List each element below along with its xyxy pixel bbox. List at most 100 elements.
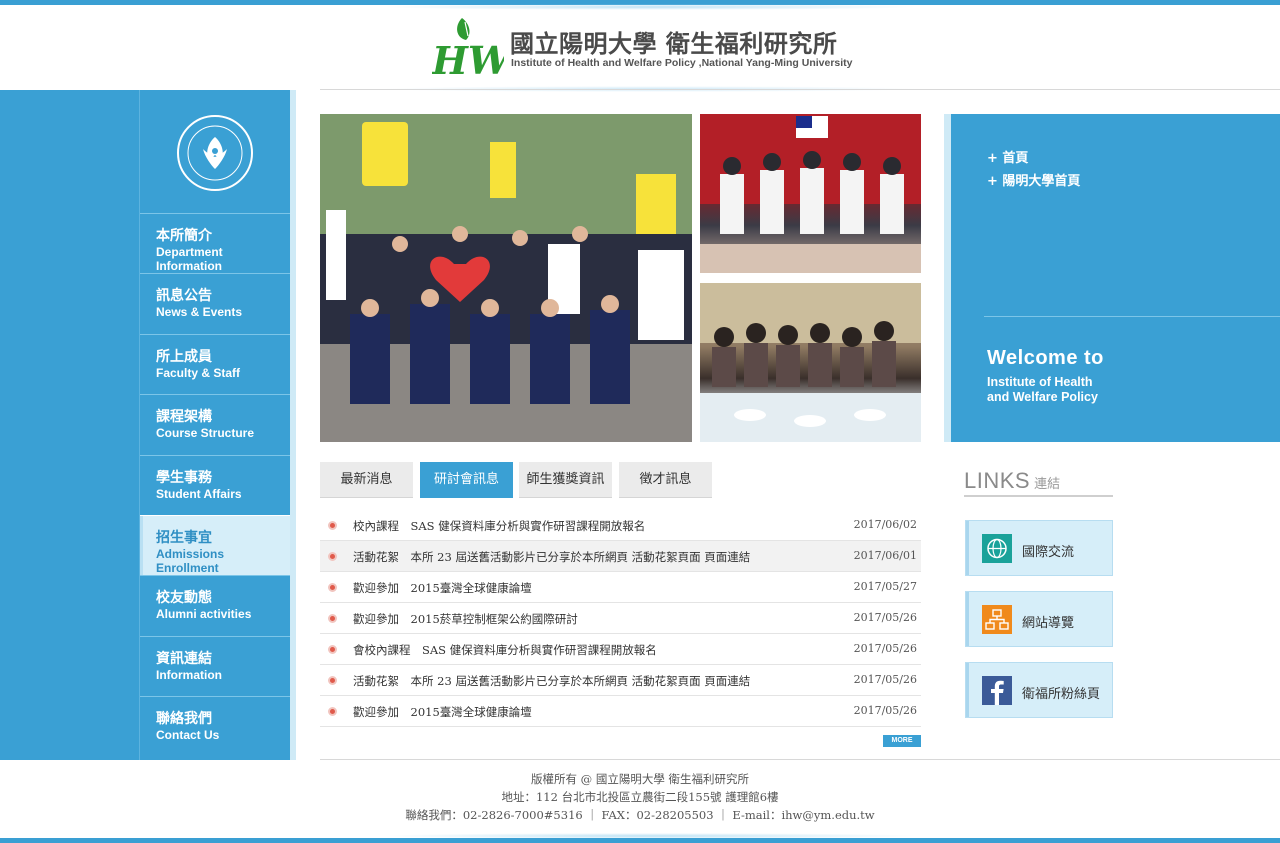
links-divider — [964, 495, 1113, 497]
news-title[interactable]: 活動花絮 本所 23 屆送舊活動影片已分享於本所網頁 活動花絮頁面 頁面連結 — [353, 673, 750, 689]
tab-awards[interactable]: 師生獲獎資訊 — [519, 462, 612, 498]
welcome-subtitle: Institute of Health and Welfare Policy — [987, 375, 1127, 405]
sidebar-item-contact[interactable]: 聯絡我們 Contact Us — [140, 696, 290, 756]
sidebar-item-label-zh: 聯絡我們 — [156, 711, 212, 728]
news-list: 校內課程 SAS 健保資料庫分析與實作研習課程開放報名 2017/06/02 活動花… — [320, 510, 921, 727]
sidebar-item-course[interactable]: 課程架構 Course Structure — [140, 394, 290, 454]
footer: 版權所有 @ 國立陽明大學 衛生福利研究所 地址：112 台北市北投區立農街二段… — [0, 770, 1280, 824]
sidebar-item-label-zh: 資訊連結 — [156, 650, 212, 667]
news-title[interactable]: 歡迎參加 2015臺灣全球健康論壇 — [353, 704, 532, 720]
news-date: 2017/05/26 — [853, 673, 917, 686]
links-title-en: LINKS — [964, 468, 1031, 493]
dinner-party-photo — [700, 283, 921, 442]
links-title: LINKS 連結 — [964, 468, 1060, 494]
sidebar-item-label-en: Contact Us — [156, 728, 220, 743]
links-title-zh: 連結 — [1034, 477, 1061, 492]
sidebar-item-label-en: Alumni activities — [156, 607, 252, 622]
news-row[interactable]: 歡迎參加 2015菸草控制框架公約國際研討 2017/05/26 — [320, 603, 921, 634]
welcome-subtitle-line1: Institute of Health — [987, 375, 1093, 389]
bullet-icon — [328, 521, 337, 530]
news-date: 2017/06/01 — [853, 549, 917, 562]
bullet-icon — [328, 707, 337, 716]
graduation-photo — [320, 114, 692, 442]
sidebar-item-label-zh: 所上成員 — [156, 348, 212, 365]
tab-seminar[interactable]: 研討會訊息 — [420, 462, 513, 498]
news-date: 2017/05/26 — [853, 704, 917, 717]
bullet-icon — [328, 676, 337, 685]
news-title[interactable]: 歡迎參加 2015臺灣全球健康論壇 — [353, 580, 532, 596]
news-title[interactable]: 校內課程 SAS 健保資料庫分析與實作研習課程開放報名 — [353, 518, 645, 534]
news-date: 2017/06/02 — [853, 518, 917, 531]
site-logo[interactable]: HW 國立陽明大學 衛生福利研究所 Institute of Health an… — [432, 14, 862, 80]
bottom-accent-bar — [0, 838, 1280, 843]
sidebar-item-label-en: Student Affairs — [156, 486, 242, 501]
sidebar-item-department[interactable]: 本所簡介 Department Information — [140, 213, 290, 273]
welcome-subtitle-line2: and Welfare Policy — [987, 390, 1098, 404]
university-emblem-icon[interactable] — [175, 113, 255, 193]
sidebar-item-information[interactable]: 資訊連結 Information — [140, 635, 290, 696]
sidebar-nav: 本所簡介 Department Information 訊息公告 News & Eve… — [140, 213, 290, 757]
link-sitemap-label: 網站導覽 — [1022, 616, 1075, 631]
students-group-photo — [700, 114, 921, 273]
bullet-icon — [328, 583, 337, 592]
link-international-label: 國際交流 — [1022, 545, 1075, 560]
link-facebook-label: 衛福所粉絲頁 — [1022, 687, 1101, 702]
home-link[interactable]: + 首頁 — [987, 147, 1080, 170]
sidebar-item-label-zh: 招生事宜 — [156, 529, 212, 546]
sidebar-item-label-zh: 課程架構 — [156, 409, 212, 426]
sidebar-item-admissions[interactable]: 招生事宜 Admissions Enrollment — [140, 514, 290, 576]
more-button[interactable]: MORE — [883, 735, 921, 747]
top-accent-glow — [380, 4, 920, 10]
news-title[interactable]: 活動花絮 本所 23 屆送舊活動影片已分享於本所網頁 活動花絮頁面 頁面連結 — [353, 549, 750, 565]
tab-latest-news[interactable]: 最新消息 — [320, 462, 413, 498]
bullet-icon — [328, 552, 337, 561]
welcome-divider — [984, 316, 1280, 317]
welcome-title: Welcome to — [987, 347, 1104, 369]
footer-divider — [320, 759, 1280, 760]
graduation-photo-illustration — [320, 114, 692, 442]
header-divider — [320, 89, 1280, 90]
sidebar-item-label-en: Faculty & Staff — [156, 365, 241, 380]
facebook-icon — [982, 676, 1012, 705]
sidebar-item-label-en: Course Structure — [156, 426, 255, 441]
link-sitemap[interactable]: 網站導覽 — [965, 591, 1113, 647]
sidebar-item-label-zh: 學生事務 — [156, 469, 212, 486]
bullet-icon — [328, 614, 337, 623]
sidebar-item-label-en: Information — [156, 667, 222, 682]
link-facebook[interactable]: 衛福所粉絲頁 — [965, 662, 1113, 718]
svg-text:HW: HW — [432, 38, 504, 78]
news-date: 2017/05/26 — [853, 611, 917, 624]
tab-jobs[interactable]: 徵才訊息 — [619, 462, 712, 498]
quick-links: + 首頁 + 陽明大學首頁 — [987, 147, 1080, 193]
sitemap-icon — [982, 605, 1012, 634]
sidebar-edge — [290, 90, 296, 760]
bullet-icon — [328, 645, 337, 654]
news-row[interactable]: 會校內課程 SAS 健保資料庫分析與實作研習課程開放報名 2017/05/26 — [320, 634, 921, 665]
link-international[interactable]: 國際交流 — [965, 520, 1113, 576]
footer-copyright: 版權所有 @ 國立陽明大學 衛生福利研究所 — [531, 772, 749, 786]
dinner-party-illustration — [700, 283, 921, 442]
news-row[interactable]: 校內課程 SAS 健保資料庫分析與實作研習課程開放報名 2017/06/02 — [320, 510, 921, 541]
sidebar-item-label-en: Department Information — [156, 245, 223, 273]
news-date: 2017/05/26 — [853, 642, 917, 655]
sidebar-item-label-zh: 本所簡介 — [156, 228, 212, 244]
sidebar-item-alumni[interactable]: 校友動態 Alumni activities — [140, 575, 290, 635]
sidebar-item-label-en: News & Events — [156, 305, 243, 320]
news-row[interactable]: 活動花絮 本所 23 屆送舊活動影片已分享於本所網頁 活動花絮頁面 頁面連結 20… — [320, 541, 921, 572]
footer-contact: 聯絡我們：02-2826-7000#5316 ｜ FAX：02-28205503… — [405, 808, 875, 822]
news-row[interactable]: 歡迎參加 2015臺灣全球健康論壇 2017/05/26 — [320, 696, 921, 727]
students-group-illustration — [700, 114, 921, 273]
news-row[interactable]: 歡迎參加 2015臺灣全球健康論壇 2017/05/27 — [320, 572, 921, 603]
news-date: 2017/05/27 — [853, 580, 917, 593]
site-title-zh: 國立陽明大學 衛生福利研究所 — [510, 30, 838, 58]
sidebar-item-news[interactable]: 訊息公告 News & Events — [140, 273, 290, 333]
sidebar-item-faculty[interactable]: 所上成員 Faculty & Staff — [140, 333, 290, 394]
news-row[interactable]: 活動花絮 本所 23 屆送舊活動影片已分享於本所網頁 活動花絮頁面 頁面連結 20… — [320, 665, 921, 696]
sidebar-item-label-zh: 校友動態 — [156, 590, 212, 607]
sidebar-item-student[interactable]: 學生事務 Student Affairs — [140, 454, 290, 515]
news-title[interactable]: 會校內課程 SAS 健保資料庫分析與實作研習課程開放報名 — [353, 642, 657, 658]
news-title[interactable]: 歡迎參加 2015菸草控制框架公約國際研討 — [353, 611, 578, 627]
ym-home-link[interactable]: + 陽明大學首頁 — [987, 170, 1080, 193]
hw-logo-icon: HW — [432, 18, 504, 78]
site-title-en: Institute of Health and Welfare Policy ,… — [511, 57, 853, 69]
